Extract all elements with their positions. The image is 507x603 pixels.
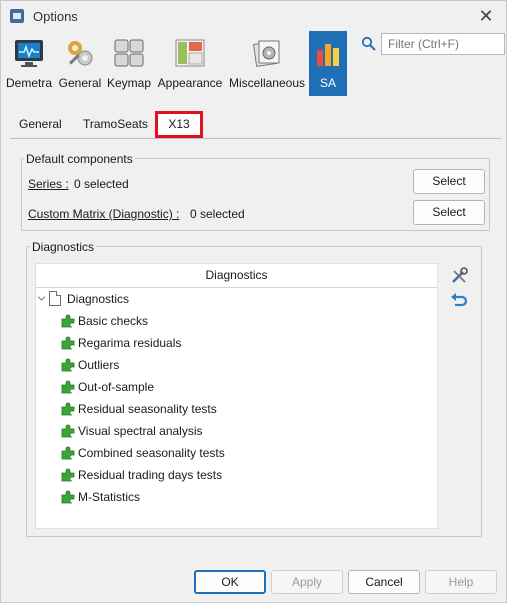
category-label: SA <box>319 76 336 90</box>
diagnostics-group-title: Diagnostics <box>30 240 97 254</box>
category-toolbar: Demetra General Keymap Appearance Miscel… <box>1 31 506 96</box>
category-general[interactable]: General <box>57 31 103 96</box>
puzzle-piece-icon <box>61 446 75 460</box>
puzzle-piece-icon <box>61 336 75 350</box>
category-label: Appearance <box>157 76 223 90</box>
category-demetra[interactable]: Demetra <box>5 31 53 96</box>
puzzle-piece-icon <box>61 402 75 416</box>
tree-item-label: M-Statistics <box>78 490 141 504</box>
category-label: Keymap <box>106 76 152 90</box>
tree-root-node[interactable]: Diagnostics <box>36 288 437 310</box>
document-icon <box>49 291 61 306</box>
diagnostics-tree: Diagnostics Diagnostics Basic checks Rega… <box>35 263 438 529</box>
reset-undo-icon[interactable] <box>450 291 468 309</box>
tree-item-label: Residual trading days tests <box>78 468 223 482</box>
default-components-title: Default components <box>24 152 135 166</box>
tree-item[interactable]: Residual seasonality tests <box>36 398 437 420</box>
title-bar: Options ✕ <box>1 1 506 31</box>
tree-item[interactable]: Outliers <box>36 354 437 376</box>
column-header[interactable]: Diagnostics <box>36 264 437 288</box>
tab-divider <box>10 138 501 139</box>
tree-item[interactable]: M-Statistics <box>36 486 437 508</box>
tree-item-label: Basic checks <box>78 314 149 328</box>
tree-item[interactable]: Out-of-sample <box>36 376 437 398</box>
chevron-down-icon[interactable] <box>37 294 46 303</box>
custom-matrix-link[interactable]: Custom Matrix (Diagnostic) : <box>28 207 179 221</box>
tab-tramoseats[interactable]: TramoSeats <box>83 117 148 131</box>
puzzle-piece-icon <box>61 424 75 438</box>
tree-item[interactable]: Visual spectral analysis <box>36 420 437 442</box>
select-matrix-button[interactable]: Select <box>413 200 485 225</box>
app-icon <box>10 9 24 23</box>
tab-general[interactable]: General <box>19 117 62 131</box>
tree-item[interactable]: Combined seasonality tests <box>36 442 437 464</box>
layout-icon <box>175 39 205 67</box>
category-sa[interactable]: SA <box>309 31 347 96</box>
select-series-button[interactable]: Select <box>413 169 485 194</box>
custom-matrix-count: 0 selected <box>190 207 245 221</box>
puzzle-piece-icon <box>61 380 75 394</box>
category-keymap[interactable]: Keymap <box>105 31 153 96</box>
tree-root-label: Diagnostics <box>67 292 130 306</box>
gears-icon <box>68 41 93 66</box>
puzzle-piece-icon <box>61 468 75 482</box>
tree-item-label: Outliers <box>78 358 120 372</box>
category-label: Demetra <box>5 76 52 90</box>
category-miscellaneous[interactable]: Miscellaneous <box>227 31 307 96</box>
keyboard-icon <box>114 39 144 67</box>
puzzle-piece-icon <box>61 314 75 328</box>
ok-button[interactable]: OK <box>194 570 266 594</box>
monitor-icon <box>15 40 43 67</box>
tree-item-label: Regarima residuals <box>78 336 182 350</box>
tree-item-label: Combined seasonality tests <box>78 446 225 460</box>
cancel-button[interactable]: Cancel <box>348 570 420 594</box>
category-label: Miscellaneous <box>228 76 306 90</box>
category-label: General <box>58 76 102 90</box>
tab-x13[interactable]: X13 <box>155 111 203 138</box>
help-button[interactable]: Help <box>425 570 497 594</box>
bar-chart-icon <box>317 44 339 66</box>
tree-item[interactable]: Regarima residuals <box>36 332 437 354</box>
settings-tools-icon[interactable] <box>450 267 468 285</box>
series-link[interactable]: Series : <box>28 177 69 191</box>
tree-item[interactable]: Basic checks <box>36 310 437 332</box>
puzzle-piece-icon <box>61 490 75 504</box>
tree-item[interactable]: Residual trading days tests <box>36 464 437 486</box>
tree-item-label: Residual seasonality tests <box>78 402 217 416</box>
search-icon <box>361 36 376 51</box>
tree-item-label: Visual spectral analysis <box>78 424 203 438</box>
options-window: Options ✕ Demetra General Keymap Appeara… <box>0 0 507 603</box>
filter-input[interactable] <box>381 33 505 55</box>
puzzle-piece-icon <box>61 358 75 372</box>
tree-item-label: Out-of-sample <box>78 380 155 394</box>
misc-icon <box>253 40 280 67</box>
window-title: Options <box>33 9 78 24</box>
apply-button[interactable]: Apply <box>271 570 343 594</box>
category-appearance[interactable]: Appearance <box>155 31 225 96</box>
series-count: 0 selected <box>74 177 129 191</box>
close-icon[interactable]: ✕ <box>475 5 497 27</box>
